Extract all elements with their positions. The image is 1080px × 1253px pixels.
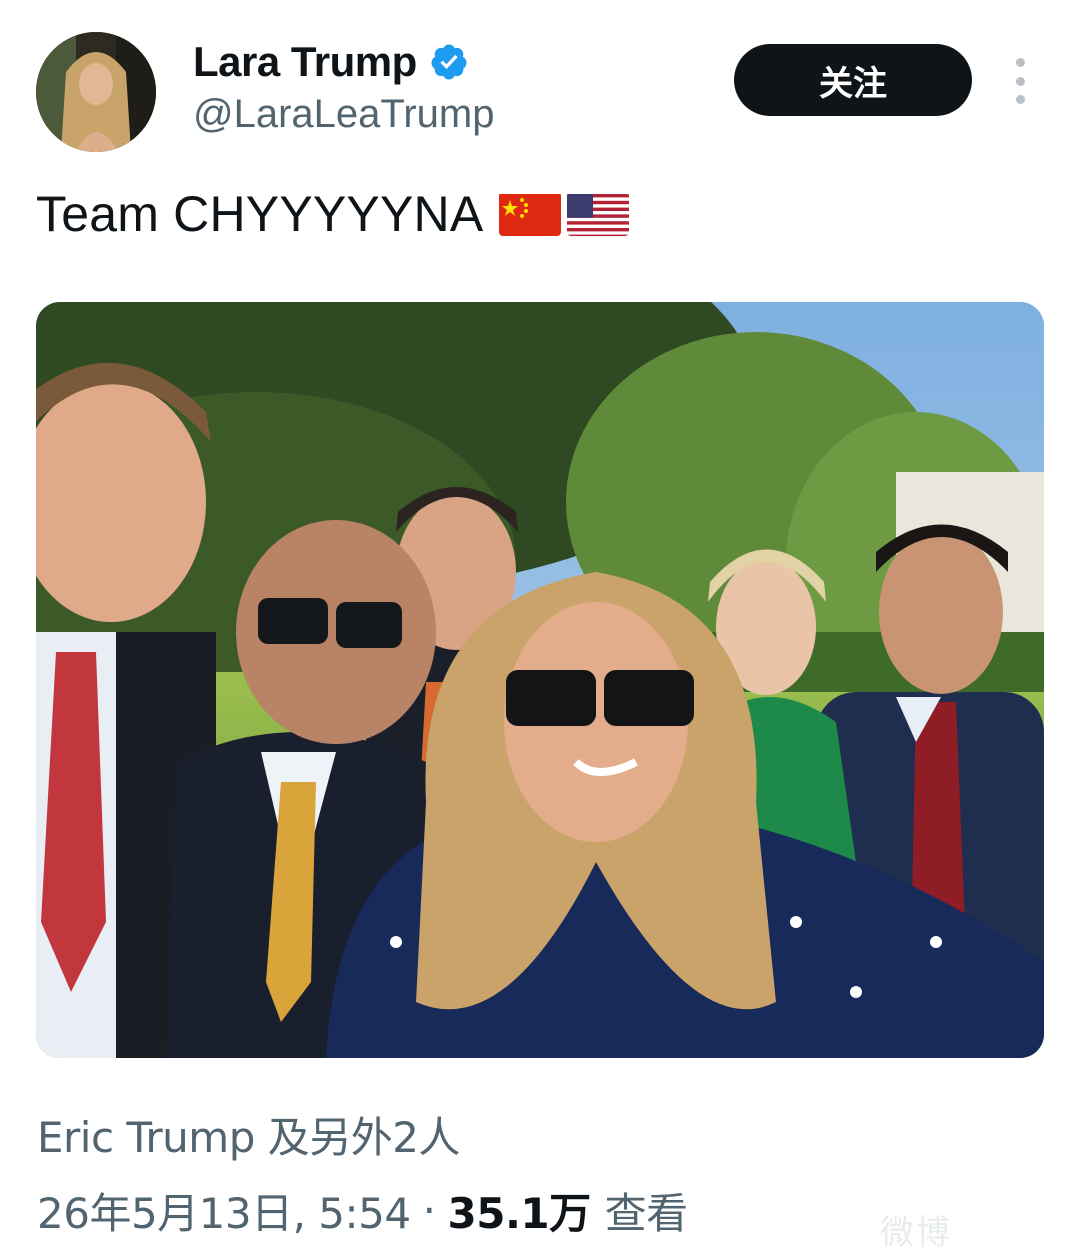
name-row: Lara Trump xyxy=(193,38,469,86)
tagged-users-link[interactable]: Eric Trump 及另外2人 xyxy=(37,1104,460,1165)
tweet-date[interactable]: 26年5月13日, 5:54 xyxy=(37,1180,411,1241)
follow-button[interactable]: 关注 xyxy=(734,44,972,116)
tweet-body: Team CHYYYYYNA xyxy=(36,186,484,242)
views-label: 查看 xyxy=(604,1189,689,1238)
watermark: 微博 xyxy=(880,1213,952,1253)
verified-badge-icon xyxy=(429,42,469,82)
tweet-text: Team CHYYYYYNA xyxy=(36,182,630,246)
flag-emojis xyxy=(499,192,630,236)
tweet-photo[interactable] xyxy=(36,302,1044,1058)
user-handle[interactable]: @LaraLeaTrump xyxy=(193,92,494,137)
tweet-meta: 26年5月13日, 5:54 · 35.1万 查看 xyxy=(37,1180,688,1241)
user-avatar[interactable] xyxy=(36,32,156,152)
us-flag-icon xyxy=(567,192,630,236)
china-flag-icon xyxy=(499,192,562,236)
tweet-header: Lara Trump @LaraLeaTrump 关注 xyxy=(0,0,1080,160)
more-vertical-icon[interactable] xyxy=(1004,58,1036,104)
display-name[interactable]: Lara Trump xyxy=(193,38,417,86)
views-count: 35.1万 xyxy=(447,1189,592,1238)
meta-separator: · xyxy=(422,1186,436,1235)
